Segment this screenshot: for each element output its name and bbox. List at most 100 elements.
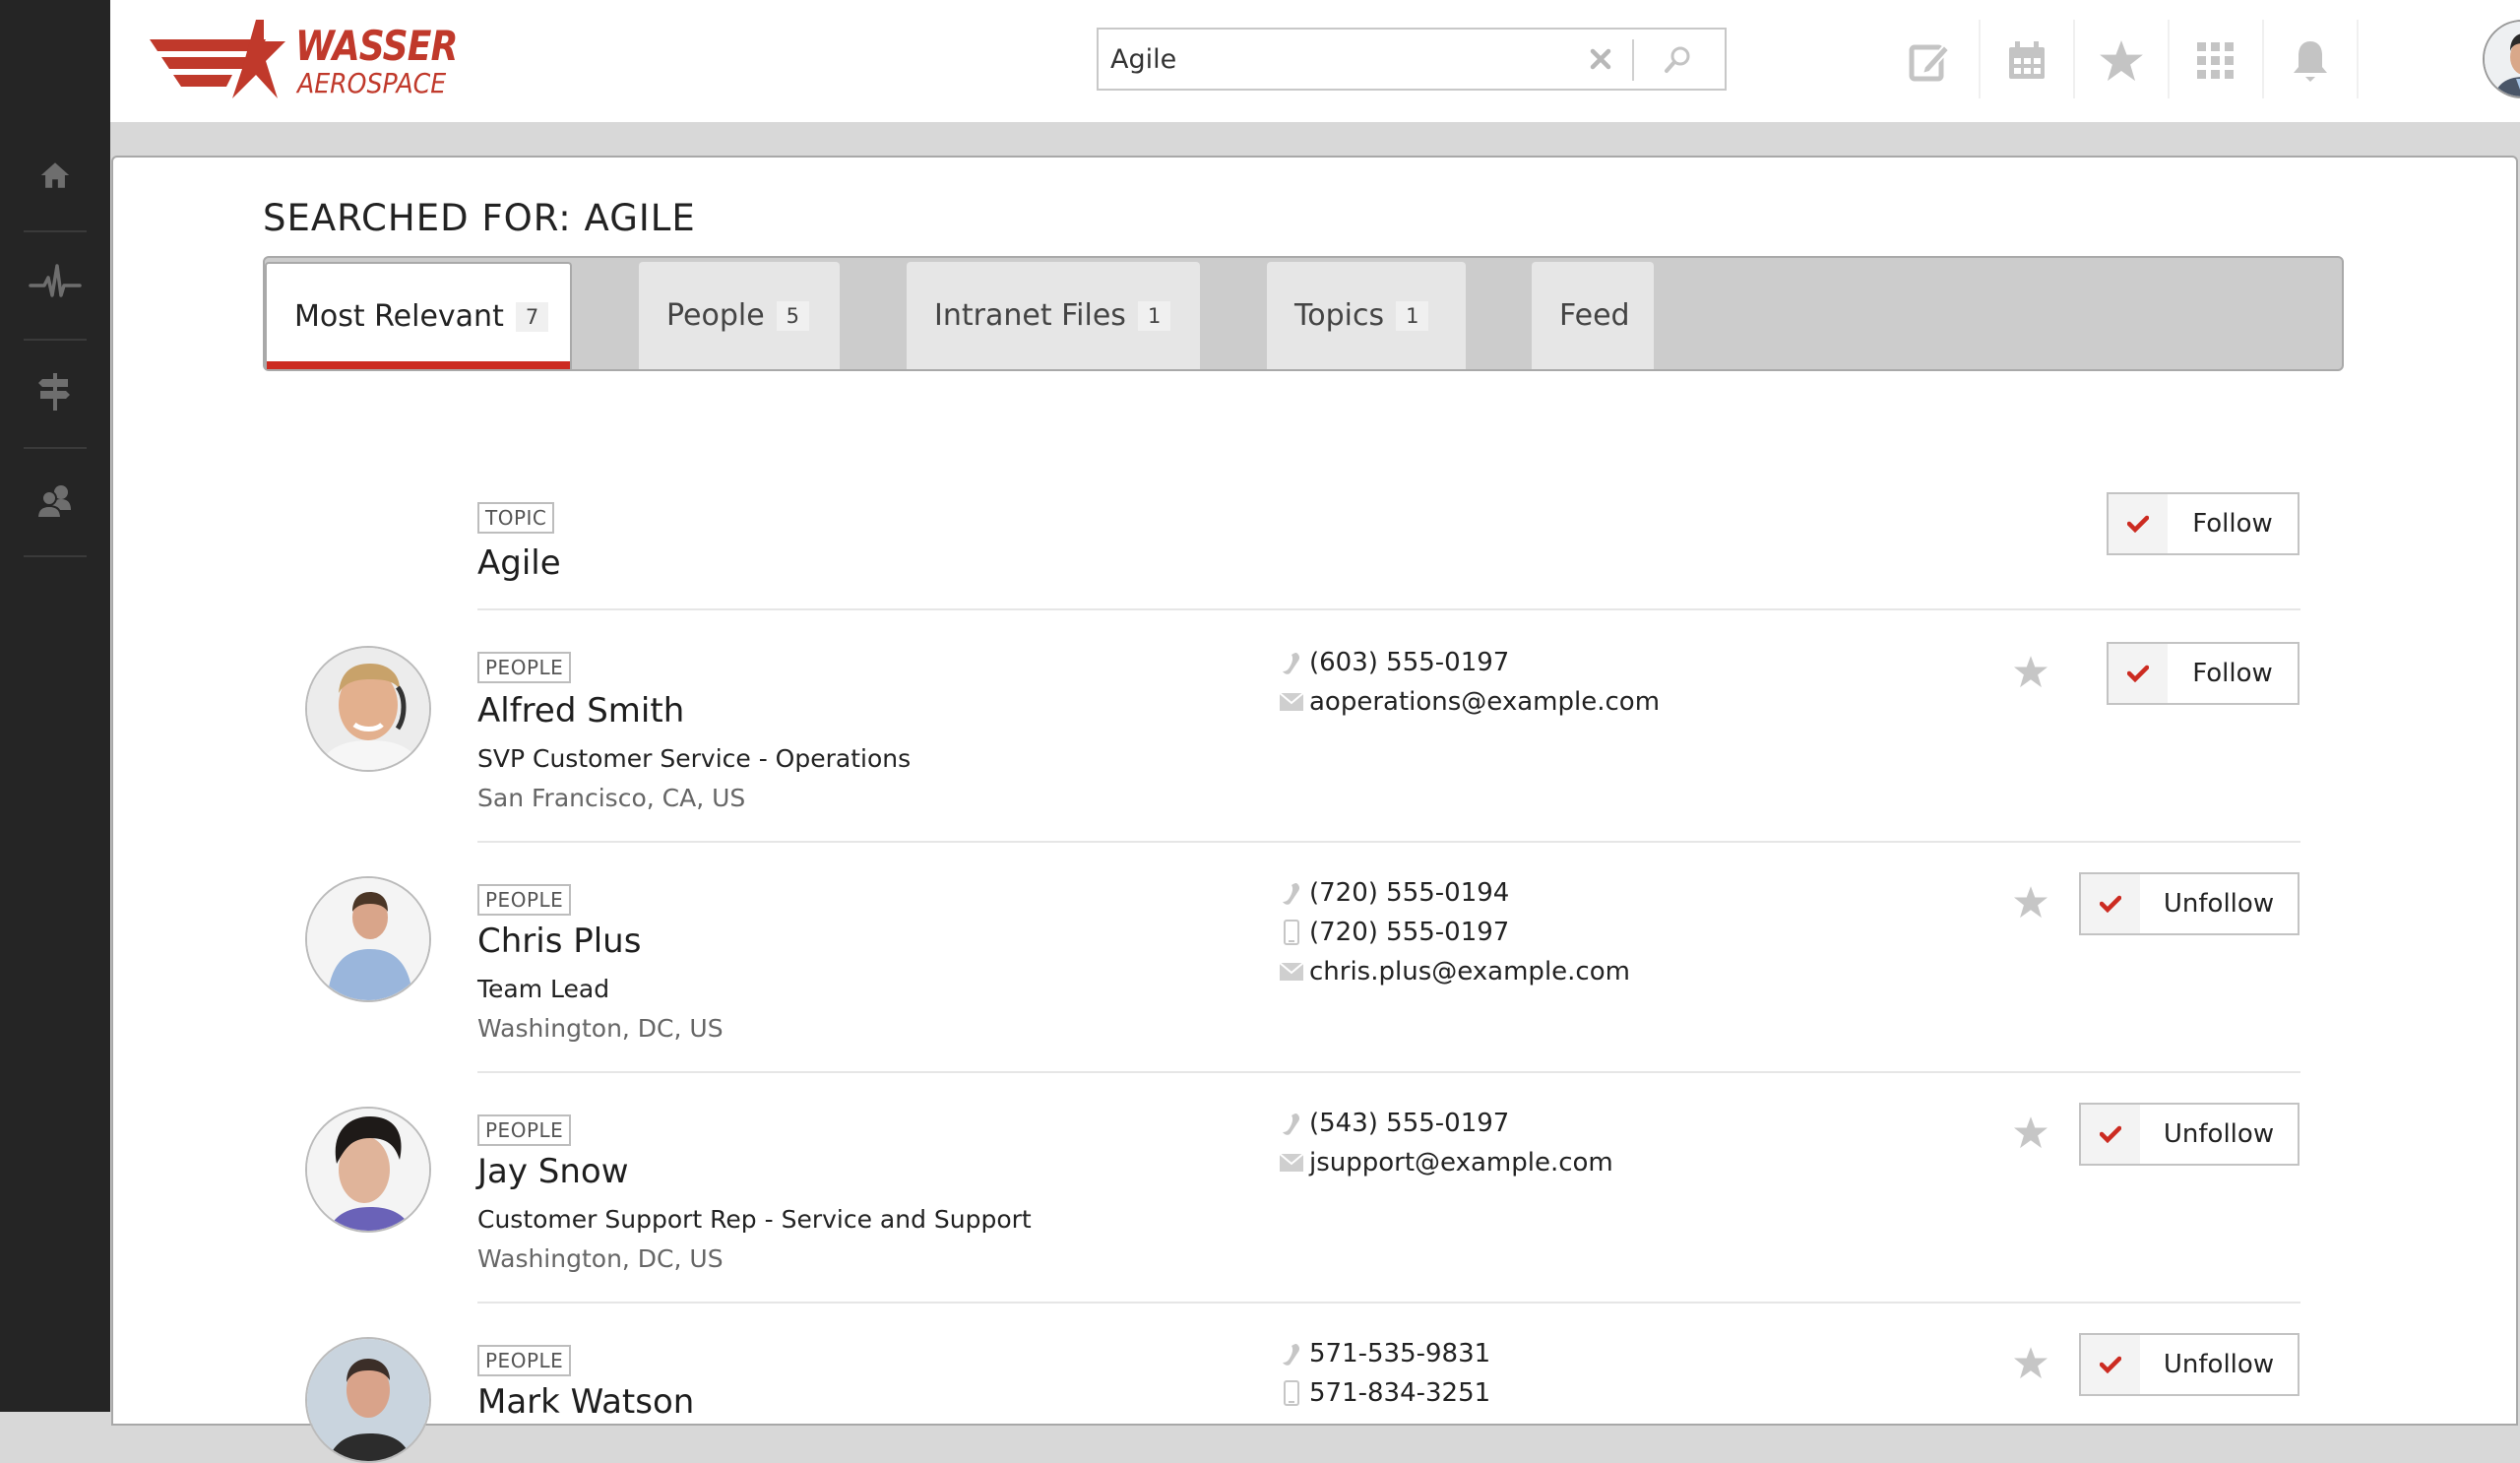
phone-number[interactable]: (603) 555-0197 — [1309, 648, 1509, 677]
person-photo — [307, 648, 429, 770]
email-address[interactable]: jsupport@example.com — [1309, 1148, 1613, 1177]
unfollow-button[interactable]: Unfollow — [2079, 872, 2300, 935]
star-icon — [2100, 40, 2143, 82]
sidebar-item-people[interactable] — [0, 447, 110, 553]
sidebar-item-activity[interactable] — [0, 230, 110, 337]
calendar-button[interactable] — [1981, 22, 2073, 100]
favorite-button[interactable] — [2011, 882, 2050, 922]
tab-topics[interactable]: Topics 1 — [1267, 262, 1466, 369]
follow-label: Follow — [2192, 509, 2273, 539]
person-avatar[interactable] — [305, 646, 431, 772]
phone-icon — [1283, 1344, 1300, 1366]
person-title: Team Lead — [477, 975, 610, 1003]
mail-icon — [1280, 693, 1303, 711]
search-input[interactable] — [1110, 37, 1563, 81]
brand-subtitle: AEROSPACE — [297, 67, 447, 99]
phone-contact: (603) 555-0197 — [1278, 648, 1509, 677]
sidebar-item-directions[interactable] — [0, 339, 110, 445]
unfollow-button[interactable]: Unfollow — [2079, 1333, 2300, 1396]
apps-grid-icon — [2197, 42, 2234, 79]
compose-button[interactable] — [1884, 22, 1977, 100]
favorite-button[interactable] — [2011, 652, 2050, 691]
header-divider — [2357, 20, 2359, 98]
tab-feed[interactable]: Feed — [1532, 262, 1654, 369]
checkmark-icon — [2100, 1125, 2121, 1143]
email-contact: aoperations@example.com — [1278, 687, 1660, 717]
unfollow-button[interactable]: Unfollow — [2079, 1103, 2300, 1166]
tab-count: 1 — [1137, 300, 1171, 331]
follow-label: Follow — [2192, 659, 2273, 688]
person-avatar[interactable] — [305, 1337, 431, 1463]
email-address[interactable]: aoperations@example.com — [1309, 687, 1660, 717]
tab-label: Most Relevant — [294, 299, 504, 334]
person-photo — [307, 1109, 429, 1231]
tab-people[interactable]: People 5 — [639, 262, 840, 369]
brand-name: WASSER — [295, 22, 458, 70]
person-avatar[interactable] — [305, 876, 431, 1002]
type-tag: TOPIC — [477, 502, 555, 534]
brand-logo[interactable]: WASSER AEROSPACE — [150, 18, 465, 102]
person-photo — [307, 878, 429, 1000]
mail-icon — [1280, 1154, 1303, 1172]
mail-icon — [1280, 963, 1303, 981]
phone-icon — [1283, 653, 1300, 674]
mobile-icon — [1284, 920, 1299, 945]
signpost-icon — [38, 373, 70, 411]
type-tag: PEOPLE — [477, 652, 572, 683]
result-name[interactable]: Chris Plus — [477, 922, 641, 961]
calendar-icon — [2009, 41, 2045, 79]
person-photo — [307, 1339, 429, 1461]
favorites-button[interactable] — [2075, 22, 2168, 100]
checkmark-icon — [2100, 1356, 2121, 1373]
result-divider — [477, 1302, 2300, 1304]
phone-icon — [1283, 1113, 1300, 1135]
sidebar-item-home[interactable] — [0, 122, 110, 228]
people-icon — [37, 485, 71, 518]
result-name[interactable]: Agile — [477, 543, 561, 583]
person-title: Customer Support Rep - Service and Suppo… — [477, 1205, 1032, 1234]
search-icon — [1665, 46, 1690, 73]
result-name[interactable]: Jay Snow — [477, 1152, 629, 1191]
phone-number[interactable]: 571-535-9831 — [1309, 1339, 1490, 1368]
type-tag: PEOPLE — [477, 1345, 572, 1376]
tab-most-relevant[interactable]: Most Relevant 7 — [265, 262, 572, 369]
person-location: Washington, DC, US — [477, 1014, 724, 1043]
tab-label: Topics — [1294, 298, 1385, 333]
star-icon — [2014, 1115, 2048, 1148]
mobile-number[interactable]: 571-834-3251 — [1309, 1378, 1490, 1408]
result-name[interactable]: Alfred Smith — [477, 691, 684, 731]
follow-button[interactable]: Follow — [2107, 492, 2300, 555]
follow-button[interactable]: Follow — [2107, 642, 2300, 705]
search-divider — [1632, 39, 1634, 81]
follow-label: Unfollow — [2163, 1119, 2275, 1149]
phone-number[interactable]: (543) 555-0197 — [1309, 1109, 1509, 1138]
clear-search-button[interactable] — [1581, 39, 1620, 79]
tab-intranet-files[interactable]: Intranet Files 1 — [907, 262, 1200, 369]
checkmark-icon — [2127, 515, 2149, 533]
result-name[interactable]: Mark Watson — [477, 1382, 694, 1422]
tab-label: Feed — [1559, 298, 1630, 333]
follow-label: Unfollow — [2163, 889, 2275, 919]
apps-button[interactable] — [2170, 22, 2262, 100]
type-tag: PEOPLE — [477, 1114, 572, 1146]
favorite-button[interactable] — [2011, 1113, 2050, 1152]
notifications-button[interactable] — [2264, 22, 2357, 100]
user-avatar[interactable] — [2483, 20, 2520, 98]
mobile-number[interactable]: (720) 555-0197 — [1309, 918, 1509, 947]
mobile-contact: (720) 555-0197 — [1278, 918, 1509, 947]
person-location: San Francisco, CA, US — [477, 784, 746, 812]
favorite-button[interactable] — [2011, 1343, 2050, 1382]
pulse-icon — [29, 264, 82, 297]
result-tabs: Most Relevant 7 People 5 Intranet Files … — [263, 256, 2344, 371]
result-divider — [477, 841, 2300, 843]
email-contact: jsupport@example.com — [1278, 1148, 1613, 1177]
result-divider — [477, 608, 2300, 610]
email-address[interactable]: chris.plus@example.com — [1309, 957, 1630, 986]
mobile-contact: 571-834-3251 — [1278, 1378, 1490, 1408]
phone-number[interactable]: (720) 555-0194 — [1309, 878, 1509, 908]
person-avatar[interactable] — [305, 1107, 431, 1233]
search-submit-button[interactable] — [1646, 39, 1709, 79]
tab-label: People — [666, 298, 765, 333]
tab-count: 7 — [515, 301, 549, 332]
checkmark-icon — [2100, 895, 2121, 913]
